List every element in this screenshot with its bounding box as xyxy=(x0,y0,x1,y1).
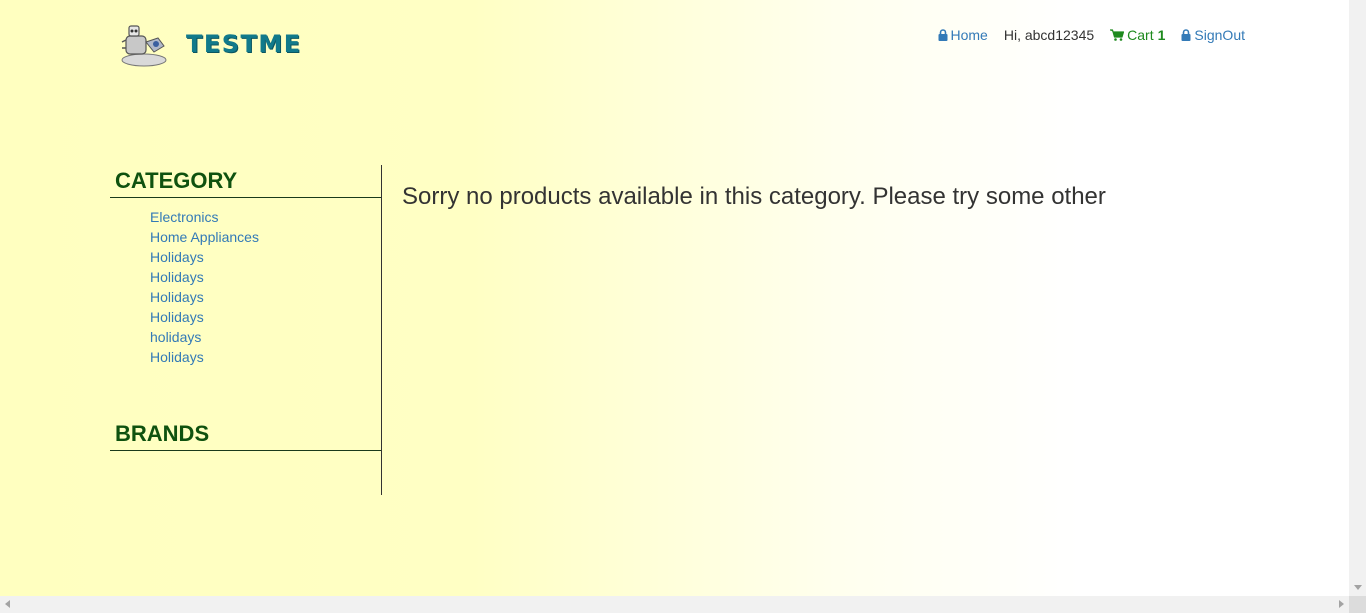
list-item: Holidays xyxy=(150,267,381,287)
scroll-left-arrow-icon[interactable] xyxy=(5,600,10,608)
category-heading: CATEGORY xyxy=(110,165,381,198)
list-item: Holidays xyxy=(150,287,381,307)
lock-icon xyxy=(938,29,947,41)
cart-label[interactable]: Cart xyxy=(1127,27,1153,43)
robot-logo-icon[interactable] xyxy=(118,22,168,68)
empty-category-message: Sorry no products available in this cate… xyxy=(402,183,1106,210)
category-link[interactable]: Holidays xyxy=(150,309,204,325)
category-list: Electronics Home Appliances Holidays Hol… xyxy=(110,198,381,367)
category-link[interactable]: Holidays xyxy=(150,289,204,305)
category-link[interactable]: Home Appliances xyxy=(150,229,259,245)
lock-icon xyxy=(1181,29,1191,41)
category-link[interactable]: holidays xyxy=(150,329,201,345)
shopping-cart-icon xyxy=(1110,29,1125,41)
list-item: Electronics xyxy=(150,207,381,227)
brands-heading: BRANDS xyxy=(110,418,381,451)
category-link[interactable]: Holidays xyxy=(150,249,204,265)
nav-greeting: Hi, abcd12345 xyxy=(1004,27,1094,43)
category-link[interactable]: Electronics xyxy=(150,209,218,225)
signout-link[interactable]: SignOut xyxy=(1194,27,1245,43)
user-greeting: Hi, abcd12345 xyxy=(1003,27,1095,43)
top-navigation: Home Hi, abcd12345 Cart 1 SignOut xyxy=(922,27,1245,43)
page-viewport: TESTME Home Hi, abcd12345 Cart 1 SignOut… xyxy=(0,0,1349,596)
brands-section: BRANDS xyxy=(110,418,381,451)
vertical-scrollbar[interactable] xyxy=(1349,0,1366,596)
home-link[interactable]: Home xyxy=(951,27,988,43)
scrollbar-corner xyxy=(1349,596,1366,613)
list-item: Holidays xyxy=(150,347,381,367)
list-item: Home Appliances xyxy=(150,227,381,247)
cart-count-badge: 1 xyxy=(1157,27,1166,43)
nav-signout[interactable]: SignOut xyxy=(1181,27,1245,43)
nav-home[interactable]: Home xyxy=(938,27,988,43)
brand-name[interactable]: TESTME xyxy=(186,30,302,58)
list-item: Holidays xyxy=(150,247,381,267)
scroll-down-arrow-icon[interactable] xyxy=(1354,585,1362,590)
sidebar: CATEGORY Electronics Home Appliances Hol… xyxy=(110,165,382,495)
scroll-right-arrow-icon[interactable] xyxy=(1339,600,1344,608)
list-item: Holidays xyxy=(150,307,381,327)
category-link[interactable]: Holidays xyxy=(150,349,204,365)
horizontal-scrollbar[interactable] xyxy=(0,596,1349,613)
nav-cart[interactable]: Cart 1 xyxy=(1110,27,1165,43)
list-item: holidays xyxy=(150,327,381,347)
category-link[interactable]: Holidays xyxy=(150,269,204,285)
